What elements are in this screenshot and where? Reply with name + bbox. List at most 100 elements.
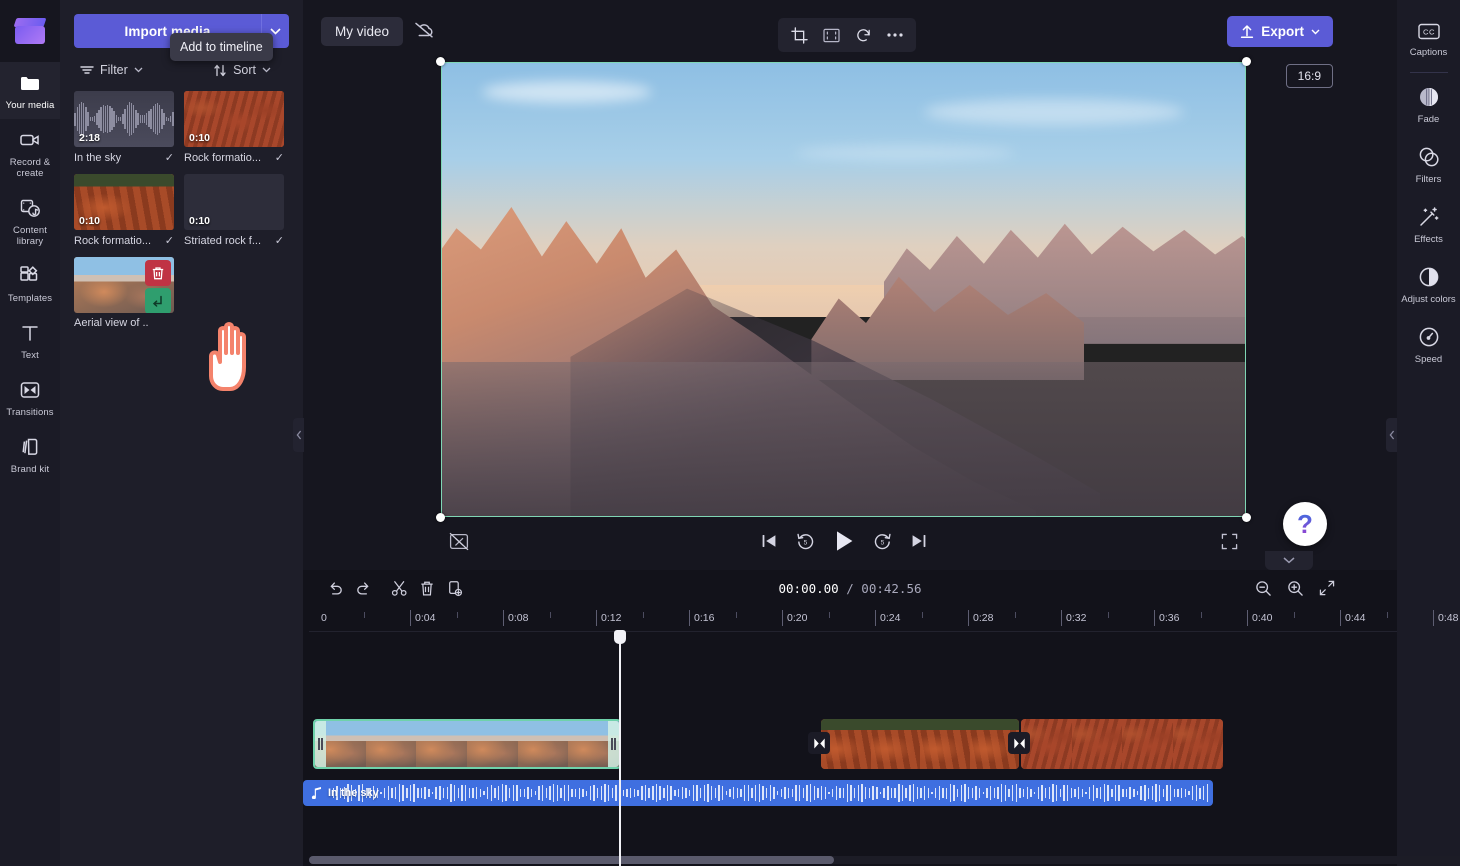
collapse-preview-handle[interactable]: [1265, 551, 1313, 570]
skip-to-start-icon: [762, 535, 775, 547]
timeline-clip-selected[interactable]: [313, 719, 621, 769]
timeline-clip[interactable]: [623, 719, 819, 769]
media-item[interactable]: 0:10 Rock formatio... ✓: [74, 174, 174, 247]
playhead-knob[interactable]: [614, 630, 626, 644]
sidebar-item-your-media[interactable]: Your media: [0, 62, 60, 119]
duplicate-button[interactable]: [441, 575, 469, 601]
crop-button[interactable]: [784, 21, 814, 49]
ruler-tick-minor: [735, 612, 737, 618]
media-item-hovered[interactable]: Aerial view of ..: [74, 257, 174, 329]
cloud-off-icon[interactable]: [413, 20, 435, 45]
add-to-timeline-icon: [152, 295, 162, 307]
sort-button[interactable]: Sort: [209, 60, 275, 80]
question-mark-icon: ?: [1297, 509, 1313, 539]
more-options-button[interactable]: [880, 21, 910, 49]
trim-handle-right[interactable]: [608, 721, 619, 767]
content-library-icon: [20, 199, 40, 217]
transitions-icon: [20, 382, 40, 398]
clip-filmstrip: [1021, 719, 1223, 769]
help-button[interactable]: ?: [1283, 502, 1327, 546]
split-button[interactable]: [385, 575, 413, 601]
redo-icon: [356, 582, 369, 595]
check-icon: ✓: [274, 235, 284, 247]
aspect-ratio-badge[interactable]: 16:9: [1285, 64, 1333, 88]
forward-5s-button[interactable]: 5: [873, 532, 892, 551]
rail-item-adjust-colors[interactable]: Adjust colors: [1397, 255, 1460, 315]
sort-label: Sort: [233, 63, 256, 77]
ruler-tick-label: 0:36: [1154, 610, 1179, 626]
timeline: 00:00.00 / 00:42.56 0 0:04 0:08 0:12 0:1…: [303, 570, 1460, 866]
ruler-tick-label: 0:44: [1340, 610, 1365, 626]
check-icon: ✓: [274, 152, 284, 164]
rail-item-effects[interactable]: Effects: [1397, 195, 1460, 255]
timeline-ruler[interactable]: 0 0:04 0:08 0:12 0:16 0:20 0:24 0:28 0:32 0:36 0:4…: [309, 606, 1458, 632]
skip-to-end-button[interactable]: [910, 532, 928, 550]
rail-item-captions[interactable]: CC Captions: [1397, 12, 1460, 68]
rail-item-speed[interactable]: Speed: [1397, 315, 1460, 375]
media-item[interactable]: 0:10 Rock formatio... ✓: [184, 91, 284, 164]
crop-icon: [790, 26, 808, 44]
rewind-5s-button[interactable]: 5: [796, 532, 815, 551]
timeline-scrollbar-thumb[interactable]: [309, 856, 834, 864]
zoom-in-button[interactable]: [1281, 575, 1309, 601]
fullscreen-button[interactable]: [1221, 533, 1238, 550]
video-canvas[interactable]: [441, 62, 1246, 517]
fit-timeline-button[interactable]: [1313, 575, 1341, 601]
transition-marker[interactable]: [1008, 732, 1030, 754]
sidebar-item-transitions[interactable]: Transitions: [0, 369, 60, 426]
check-icon: ✓: [164, 235, 174, 247]
export-button[interactable]: Export: [1227, 16, 1333, 47]
text-t-icon: [22, 326, 38, 341]
sidebar-item-brand-kit[interactable]: Brand kit: [0, 426, 60, 483]
media-item[interactable]: 2:18 In the sky ✓: [74, 91, 174, 164]
rail-item-label: Filters: [1415, 174, 1442, 185]
playhead[interactable]: [614, 630, 626, 866]
sidebar-item-templates[interactable]: Templates: [0, 255, 60, 312]
sidebar-item-content-library[interactable]: Content library: [0, 187, 60, 255]
timeline-clip[interactable]: [821, 719, 1019, 769]
timeline-clip[interactable]: [1021, 719, 1223, 769]
add-to-timeline-button[interactable]: [145, 288, 171, 313]
fit-to-frame-button[interactable]: [816, 21, 846, 49]
ellipsis-icon: [887, 33, 903, 37]
delete-media-button[interactable]: [145, 260, 171, 286]
play-button[interactable]: [833, 529, 855, 553]
ruler-tick-minor: [921, 612, 923, 618]
media-thumbnail: 2:18: [74, 91, 174, 147]
rail-item-label: Fade: [1417, 114, 1440, 125]
rotate-button[interactable]: [848, 21, 878, 49]
undo-button[interactable]: [321, 575, 349, 601]
resize-handle-top-right[interactable]: [1242, 57, 1251, 66]
filter-lines-icon: [80, 66, 94, 74]
rotate-icon: [856, 28, 870, 41]
trash-icon: [421, 581, 433, 596]
audio-clip[interactable]: In the sky: [303, 780, 1213, 806]
fullscreen-icon: [1221, 533, 1238, 549]
collapse-properties-panel-handle[interactable]: [1386, 418, 1397, 452]
music-note-icon: [311, 787, 321, 799]
export-label: Export: [1261, 24, 1304, 39]
filter-button[interactable]: Filter: [76, 60, 147, 80]
trim-handle-left[interactable]: [315, 721, 326, 767]
skip-to-start-button[interactable]: [760, 532, 778, 550]
media-item[interactable]: 0:10 Striated rock f... ✓: [184, 174, 284, 247]
current-time: 00:00.00: [778, 580, 839, 596]
delete-button[interactable]: [413, 575, 441, 601]
media-duration: 0:10: [189, 215, 211, 227]
project-title[interactable]: My video: [321, 17, 404, 46]
app-logo[interactable]: [0, 0, 60, 62]
redo-button[interactable]: [349, 575, 377, 601]
snapshot-off-button[interactable]: [449, 532, 469, 551]
sidebar-item-text[interactable]: Text: [0, 312, 60, 369]
sidebar-item-record-create[interactable]: Record & create: [0, 119, 60, 187]
resize-handle-top-left[interactable]: [436, 57, 445, 66]
rail-item-fade[interactable]: Fade: [1397, 75, 1460, 135]
collapse-media-panel-handle[interactable]: [293, 418, 304, 452]
speed-gauge-icon: [1419, 327, 1438, 347]
rewind-5s-icon: 5: [796, 533, 813, 549]
zoom-out-button[interactable]: [1249, 575, 1277, 601]
transition-marker[interactable]: [808, 732, 830, 754]
rail-item-filters[interactable]: Filters: [1397, 135, 1460, 195]
ruler-tick-minor: [642, 612, 644, 618]
timeline-scrollbar[interactable]: [309, 856, 1460, 864]
